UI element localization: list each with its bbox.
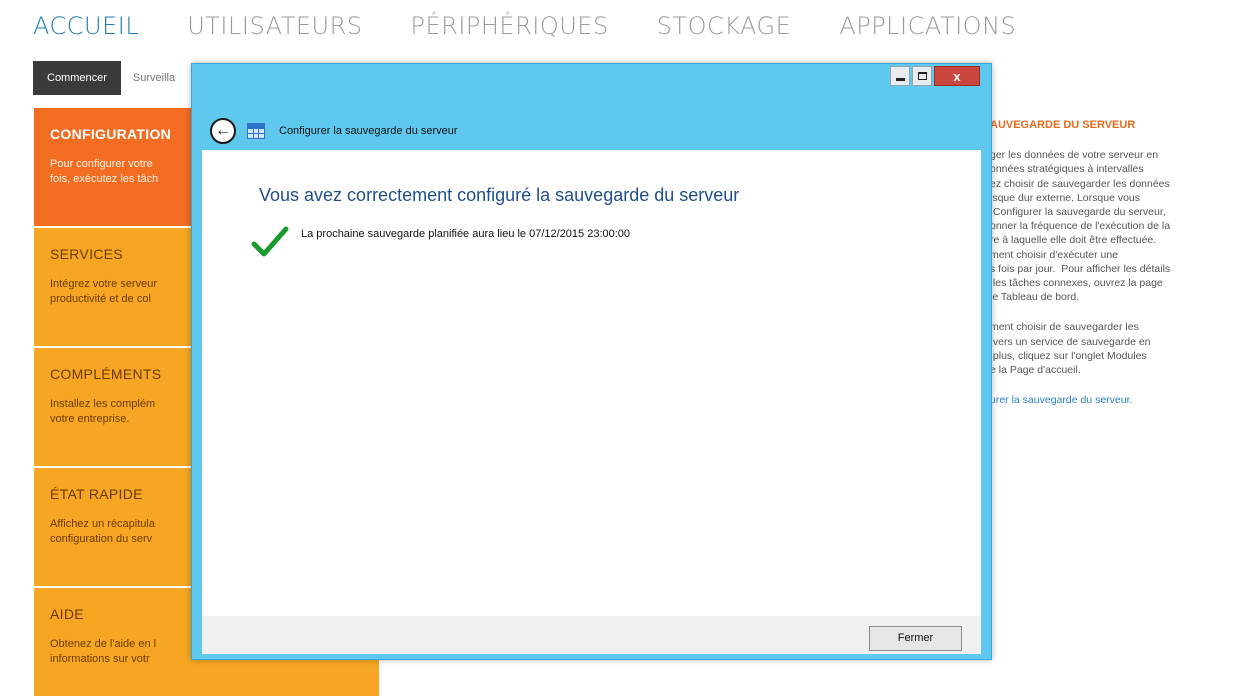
nav-tab-peripheriques[interactable]: PÉRIPHÉRIQUES bbox=[411, 8, 609, 48]
top-navigation: ACCUEIL UTILISATEURS PÉRIPHÉRIQUES STOCK… bbox=[33, 8, 1064, 48]
dialog-footer: Fermer bbox=[202, 616, 981, 654]
close-icon: x bbox=[953, 68, 961, 84]
backup-wizard-dialog: x ← Configurer la sauvegarde du serveur … bbox=[191, 63, 992, 660]
info-paragraph: ger les données de votre serveur en onné… bbox=[990, 149, 1171, 304]
minimize-icon bbox=[895, 78, 905, 81]
tile-description: Intégrez votre serveur productivité et d… bbox=[50, 278, 157, 305]
fermer-button[interactable]: Fermer bbox=[869, 626, 962, 651]
window-controls: x bbox=[890, 66, 980, 86]
maximize-icon bbox=[917, 72, 927, 80]
check-icon bbox=[251, 226, 289, 257]
subtab-bar: Commencer Surveilla bbox=[33, 61, 187, 95]
info-paragraph: ment choisir de sauvegarder les vers un … bbox=[990, 321, 1151, 377]
nav-tab-utilisateurs[interactable]: UTILISATEURS bbox=[187, 8, 362, 48]
nav-tab-applications[interactable]: APPLICATIONS bbox=[839, 8, 1016, 48]
arrow-left-icon: ← bbox=[215, 122, 231, 139]
back-button[interactable]: ← bbox=[210, 118, 236, 144]
tile-description: Obtenez de l'aide en l informations sur … bbox=[50, 638, 157, 665]
maximize-button[interactable] bbox=[912, 66, 932, 86]
tile-description: Affichez un récapitula configuration du … bbox=[50, 518, 155, 545]
dialog-body: Vous avez correctement configuré la sauv… bbox=[202, 150, 981, 616]
minimize-button[interactable] bbox=[890, 66, 910, 86]
nav-tab-stockage[interactable]: STOCKAGE bbox=[657, 8, 792, 48]
next-backup-message: La prochaine sauvegarde planifiée aura l… bbox=[301, 228, 631, 240]
success-headline: Vous avez correctement configuré la sauv… bbox=[259, 185, 740, 205]
nav-tab-accueil[interactable]: ACCUEIL bbox=[33, 8, 139, 48]
subtab-commencer[interactable]: Commencer bbox=[33, 61, 121, 95]
task-info-panel: AUVEGARDE DU SERVEUR ger les données de … bbox=[990, 118, 1237, 407]
dialog-header: ← Configurer la sauvegarde du serveur bbox=[210, 116, 458, 146]
tile-description: Pour configurer votre fois, exécutez les… bbox=[50, 158, 159, 185]
configure-backup-link[interactable]: urer la sauvegarde du serveur. bbox=[990, 393, 1237, 407]
close-window-button[interactable]: x bbox=[934, 66, 980, 86]
info-title: AUVEGARDE DU SERVEUR bbox=[990, 119, 1136, 131]
subtab-surveillance[interactable]: Surveilla bbox=[121, 61, 187, 95]
tile-description: Installez les complém votre entreprise. bbox=[50, 398, 156, 425]
dialog-title: Configurer la sauvegarde du serveur bbox=[279, 125, 458, 137]
wizard-app-icon bbox=[247, 123, 265, 139]
